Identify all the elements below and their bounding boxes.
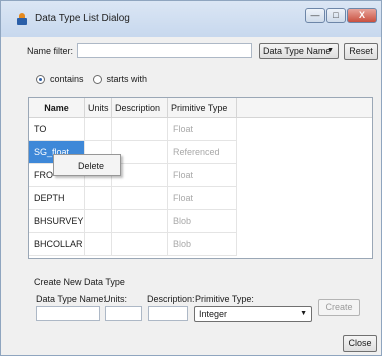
maximize-button[interactable]: □ xyxy=(326,8,346,23)
window-title: Data Type List Dialog xyxy=(35,13,130,24)
cell-name: BHCOLLAR xyxy=(29,233,85,256)
primitive-type-value: Integer xyxy=(199,309,228,319)
cell-primitive-type: Float xyxy=(168,164,237,187)
cell-units xyxy=(85,118,112,141)
cell-primitive-type: Blob xyxy=(168,233,237,256)
starts-with-radio[interactable] xyxy=(92,74,102,84)
contains-label: contains xyxy=(50,74,84,84)
create-section-label: Create New Data Type xyxy=(34,277,125,287)
name-filter-label: Name filter: xyxy=(27,46,74,56)
cell-units xyxy=(85,187,112,210)
app-icon xyxy=(17,13,27,25)
filter-field-value: Data Type Name xyxy=(263,46,331,56)
data-type-name-input[interactable] xyxy=(36,306,100,321)
column-header-name[interactable]: Name xyxy=(29,98,85,118)
create-button[interactable]: Create xyxy=(318,299,360,316)
close-window-button[interactable]: X xyxy=(347,8,377,23)
data-type-list-dialog: Data Type List Dialog — □ X Name filter:… xyxy=(0,0,382,356)
cell-name: DEPTH xyxy=(29,187,85,210)
cell-primitive-type: Blob xyxy=(168,210,237,233)
close-button[interactable]: Close xyxy=(343,335,377,352)
delete-menu-item[interactable]: Delete xyxy=(78,161,104,171)
primitive-type-select[interactable]: Integer ▼ xyxy=(194,306,312,322)
table-row[interactable]: DEPTH Float xyxy=(29,187,237,210)
name-filter-input[interactable] xyxy=(77,43,252,58)
cell-primitive-type: Referenced xyxy=(168,141,237,164)
table-header: Name Units Description Primitive Type xyxy=(29,98,372,118)
description-label: Description: xyxy=(147,294,195,304)
cell-description xyxy=(112,187,168,210)
reset-button[interactable]: Reset xyxy=(344,43,378,60)
filter-field-select[interactable]: Data Type Name ▼ xyxy=(259,43,339,59)
cell-description xyxy=(112,210,168,233)
filter-mode-group: contains starts with xyxy=(36,74,156,84)
dropdown-arrow-icon: ▼ xyxy=(327,47,334,54)
column-header-units[interactable]: Units xyxy=(85,98,112,118)
cell-name: TO xyxy=(29,118,85,141)
cell-description xyxy=(112,233,168,256)
contains-radio[interactable] xyxy=(36,74,45,84)
units-input[interactable] xyxy=(105,306,142,321)
title-bar[interactable]: Data Type List Dialog — □ X xyxy=(1,1,381,37)
cell-primitive-type: Float xyxy=(168,118,237,141)
description-input[interactable] xyxy=(148,306,188,321)
table-row[interactable]: TO Float xyxy=(29,118,237,141)
primitive-type-label: Primitive Type: xyxy=(195,294,254,304)
dropdown-arrow-icon: ▼ xyxy=(300,310,307,317)
starts-with-label: starts with xyxy=(106,74,148,84)
cell-description xyxy=(112,118,168,141)
cell-units xyxy=(85,210,112,233)
data-type-table: Name Units Description Primitive Type TO… xyxy=(28,97,373,259)
cell-units xyxy=(85,233,112,256)
context-menu: Delete xyxy=(53,154,121,176)
data-type-name-label: Data Type Name: xyxy=(36,294,106,304)
units-label: Units: xyxy=(104,294,128,304)
cell-name: BHSURVEY xyxy=(29,210,85,233)
column-header-description[interactable]: Description xyxy=(112,98,168,118)
minimize-button[interactable]: — xyxy=(305,8,325,23)
column-header-primitive-type[interactable]: Primitive Type xyxy=(168,98,237,118)
table-row[interactable]: BHSURVEY Blob xyxy=(29,210,237,233)
table-row[interactable]: BHCOLLAR Blob xyxy=(29,233,237,256)
cell-primitive-type: Float xyxy=(168,187,237,210)
